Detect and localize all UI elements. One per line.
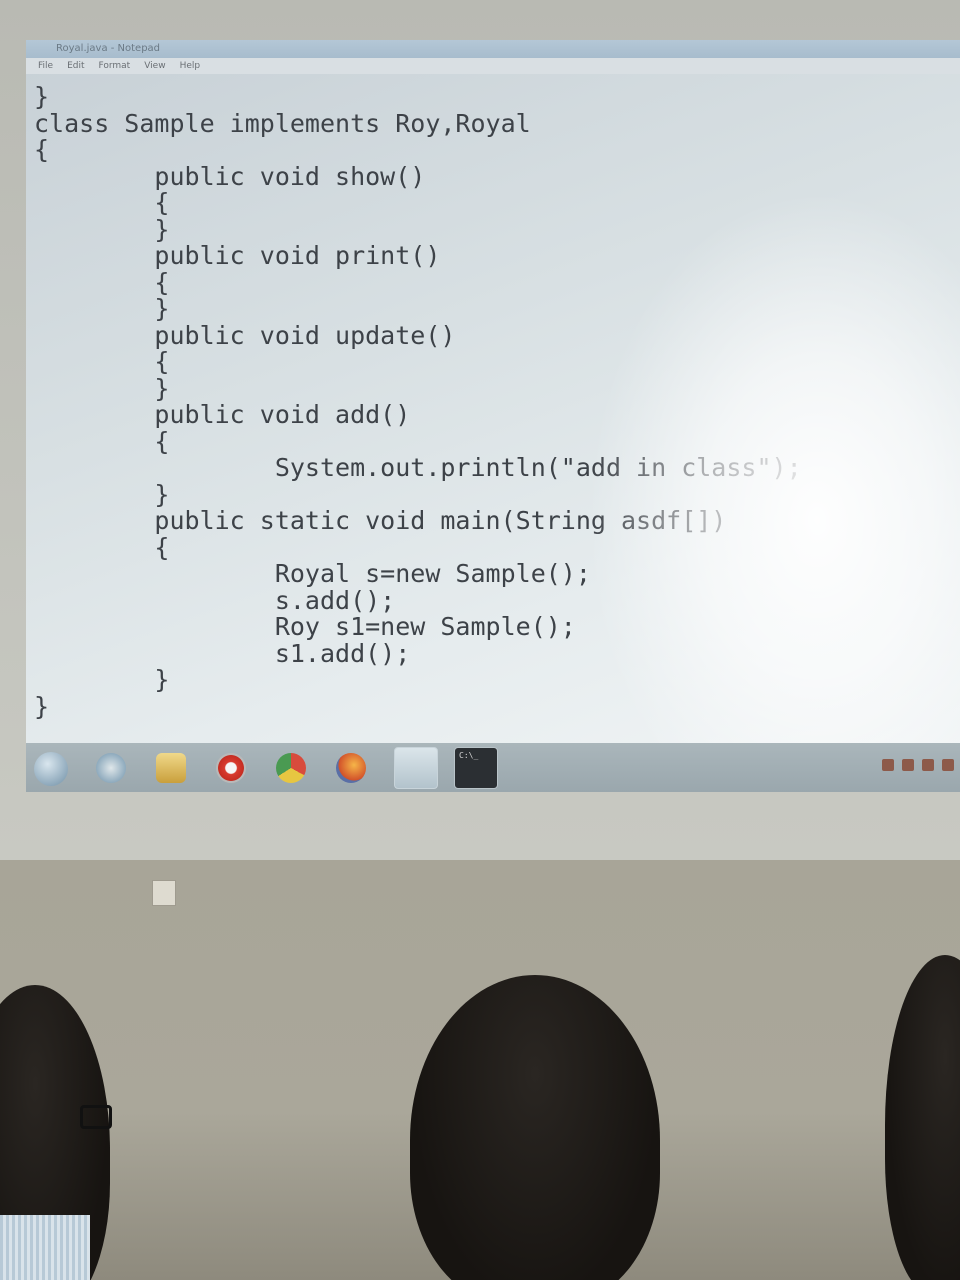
code-line: Royal s=new Sample(); <box>34 559 591 588</box>
media-player-icon[interactable] <box>216 753 246 783</box>
code-line: class Sample implements Roy,Royal <box>34 108 531 138</box>
code-line: } <box>34 214 170 244</box>
code-line: public void add() <box>34 400 411 429</box>
code-line: { <box>34 426 170 456</box>
menu-view[interactable]: View <box>144 58 165 74</box>
menu-bar: File Edit Format View Help <box>26 58 960 74</box>
chrome-icon[interactable] <box>276 753 306 783</box>
projected-desktop: Royal.java - Notepad File Edit Format Vi… <box>26 40 960 792</box>
folder-icon[interactable] <box>156 753 186 783</box>
code-line: public void update() <box>34 320 456 350</box>
notepad-icon[interactable] <box>394 747 438 789</box>
code-line: } <box>34 373 170 403</box>
code-line: System.out.println("add in class"); <box>34 453 802 482</box>
code-line: } <box>34 665 170 694</box>
tray-icon[interactable] <box>882 759 894 771</box>
code-line: s1.add(); <box>34 638 411 668</box>
command-prompt-icon[interactable]: C:\_ <box>454 747 498 789</box>
code-line: } <box>34 691 50 721</box>
cmd-label: C:\_ <box>459 751 479 760</box>
tray-icon[interactable] <box>922 759 934 771</box>
system-tray <box>882 759 954 771</box>
menu-help[interactable]: Help <box>180 58 201 74</box>
projector-screen: Royal.java - Notepad File Edit Format Vi… <box>0 0 960 860</box>
code-line: public static void main(String asdf[]) <box>34 506 727 535</box>
code-line: { <box>34 135 50 164</box>
code-line: s.add(); <box>34 585 396 615</box>
striped-shirt <box>0 1215 90 1280</box>
tray-icon[interactable] <box>902 759 914 771</box>
taskbar: C:\_ <box>26 743 960 792</box>
code-line: { <box>34 267 170 297</box>
code-line: } <box>34 294 170 323</box>
code-line: Roy s1=new Sample(); <box>34 612 576 641</box>
code-line: } <box>34 82 50 111</box>
menu-edit[interactable]: Edit <box>67 58 84 74</box>
firefox-icon[interactable] <box>336 753 366 783</box>
code-line: } <box>34 479 170 509</box>
menu-format[interactable]: Format <box>99 58 131 74</box>
code-line: { <box>34 532 170 562</box>
wall-socket <box>152 880 176 906</box>
glasses <box>80 1105 112 1129</box>
code-line: public void show() <box>34 161 426 191</box>
photo-scene: Royal.java - Notepad File Edit Format Vi… <box>0 0 960 1280</box>
window-title: Royal.java - Notepad <box>56 43 161 54</box>
text-editor-area[interactable]: } class Sample implements Roy,Royal { pu… <box>34 82 934 734</box>
code-line: { <box>34 347 170 376</box>
start-orb-icon[interactable] <box>34 752 68 786</box>
internet-explorer-icon[interactable] <box>96 753 126 783</box>
code-line: { <box>34 188 170 217</box>
window-title-bar[interactable]: Royal.java - Notepad <box>26 40 960 58</box>
volume-icon[interactable] <box>942 759 954 771</box>
menu-file[interactable]: File <box>38 58 53 74</box>
code-line: public void print() <box>34 241 441 270</box>
